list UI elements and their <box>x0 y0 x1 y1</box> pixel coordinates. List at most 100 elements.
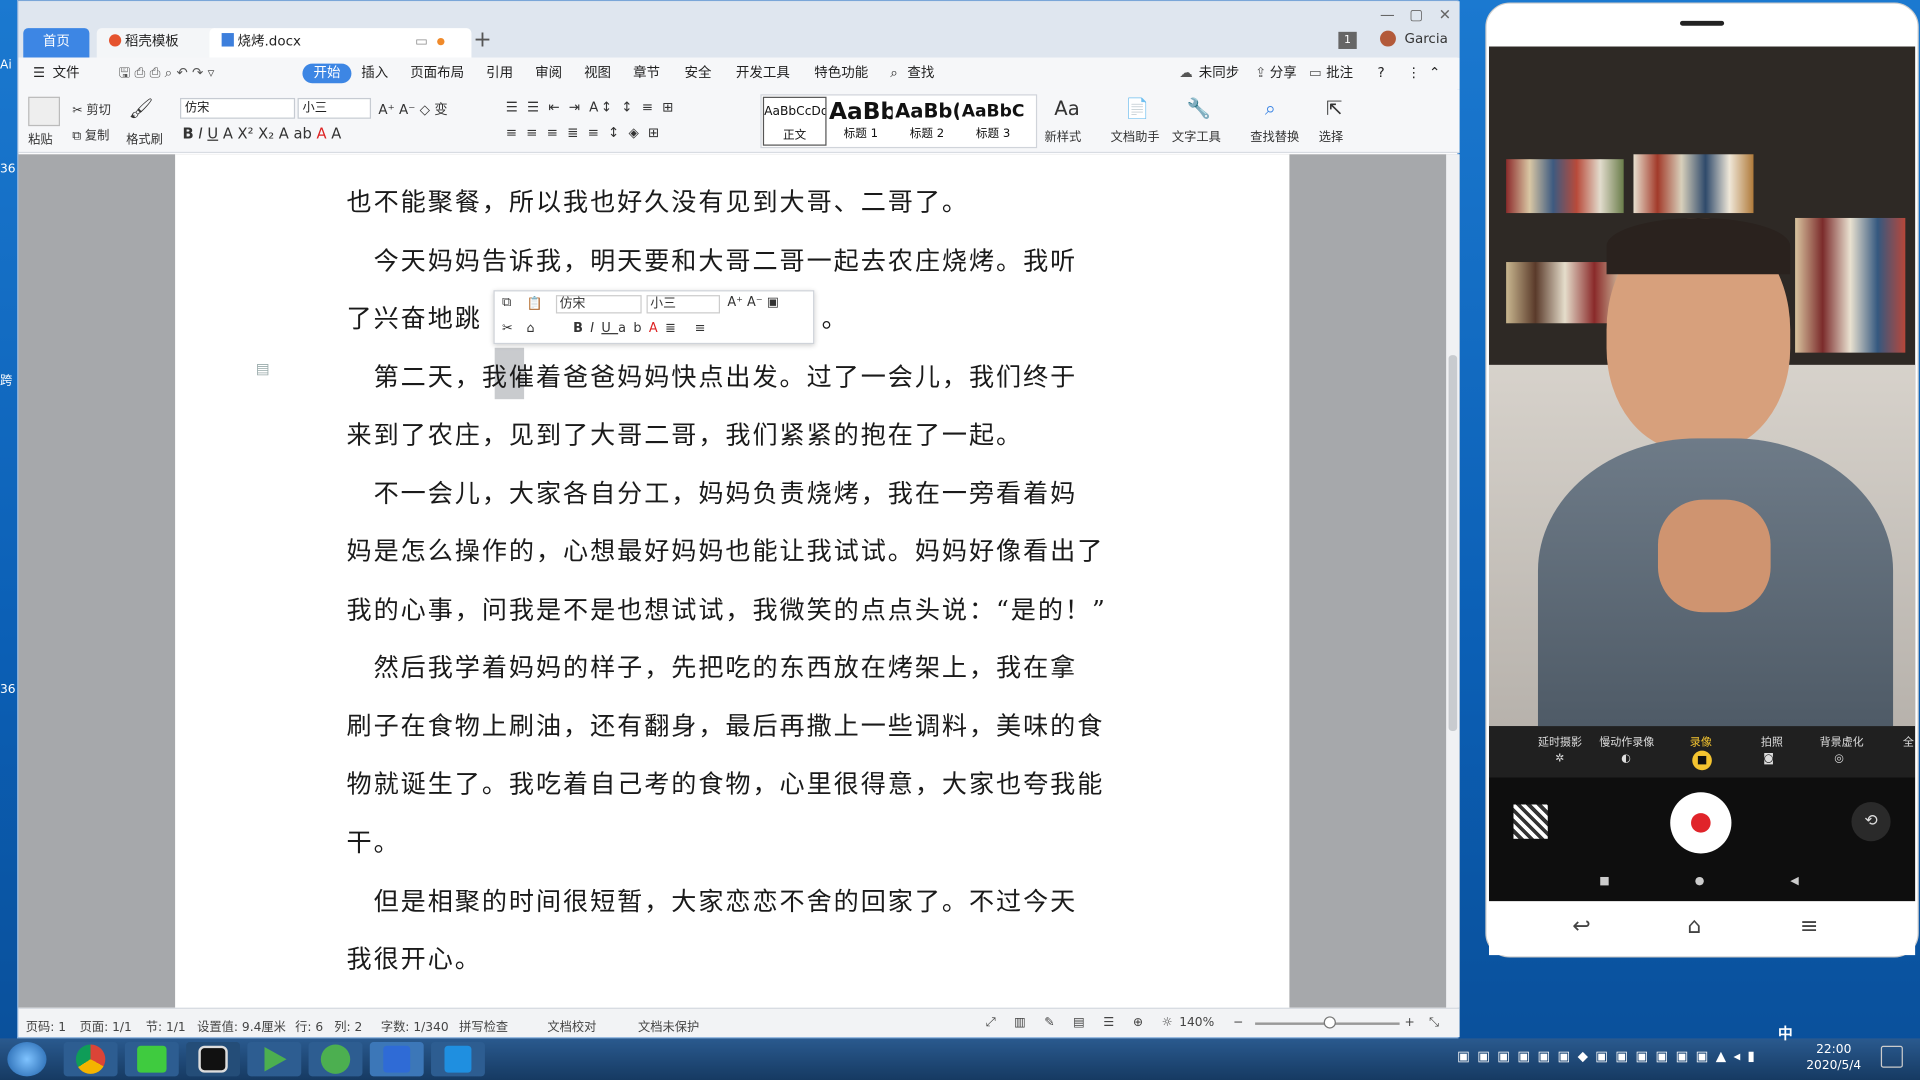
chrome-icon[interactable] <box>63 1042 118 1077</box>
doc-line[interactable]: 不一会儿，大家各自分工，妈妈负责烧烤，我在一旁看着妈 <box>347 473 1131 510</box>
wps-writer-icon[interactable] <box>369 1042 424 1077</box>
minimize-icon[interactable]: — <box>1380 6 1395 23</box>
app-icon[interactable] <box>431 1042 485 1077</box>
text-format-icons[interactable]: B I U A X² X₂ A ab A A <box>182 125 341 142</box>
fullscreen-icon[interactable]: ⤡ <box>1429 1016 1439 1029</box>
start-button[interactable] <box>7 1042 47 1077</box>
font-grow-shrink-icons[interactable]: A⁺ A⁻ ◇ 变 <box>378 99 447 119</box>
select-cursor-icon[interactable]: ⇱ <box>1326 97 1342 120</box>
browser-icon[interactable] <box>308 1042 363 1077</box>
zoom-in-icon[interactable]: + <box>1405 1016 1415 1029</box>
doc-line[interactable]: 第二天，我催着爸爸妈妈快点出发。过了一会儿，我们终于 <box>347 356 1131 393</box>
timelapse-icon[interactable]: ✲ <box>1555 753 1564 765</box>
menu-view[interactable]: 视图 <box>584 64 611 84</box>
doc-proof-button[interactable]: 文档校对 <box>547 1016 596 1034</box>
float-cut-icon[interactable]: ✂ <box>502 321 513 336</box>
text-tools-button[interactable]: 文字工具 <box>1172 126 1221 144</box>
status-section[interactable]: 节: 1/1 <box>146 1016 186 1034</box>
comment-button[interactable]: 批注 <box>1326 64 1353 84</box>
slowmo-icon[interactable]: ◐ <box>1621 753 1631 765</box>
status-col[interactable]: 列: 2 <box>334 1016 362 1034</box>
cut-button[interactable]: ✂ 剪切 <box>72 99 111 117</box>
status-page-code[interactable]: 页码: 1 <box>26 1016 66 1034</box>
nav-home-icon[interactable]: ● <box>1695 876 1705 888</box>
menu-file[interactable]: 文件 <box>53 64 80 84</box>
nav-back-icon[interactable]: ◀ <box>1790 876 1798 888</box>
ime-indicator[interactable]: 中 <box>1778 1022 1793 1043</box>
new-style-icon[interactable]: Aa <box>1054 97 1079 120</box>
close-icon[interactable]: ✕ <box>1439 6 1451 23</box>
tab-template[interactable]: 稻壳模板 <box>96 28 220 58</box>
gallery-thumbnail[interactable] <box>1513 804 1548 839</box>
menu-references[interactable]: 引用 <box>486 64 513 84</box>
sync-status[interactable]: 未同步 <box>1199 64 1239 84</box>
find-replace-button[interactable]: 查找替换 <box>1250 126 1299 144</box>
video-icon[interactable]: ■ <box>1692 750 1712 771</box>
float-size-select[interactable]: 小三 <box>646 295 721 314</box>
back-icon[interactable]: ↩ <box>1572 913 1590 939</box>
doc-protect-status[interactable]: 文档未保护 <box>638 1016 699 1034</box>
comment-icon[interactable]: ▭ <box>1309 64 1322 84</box>
text-tools-icon[interactable]: 🔧 <box>1187 97 1211 120</box>
style-heading-3[interactable]: AaBbC 标题 3 <box>961 97 1025 146</box>
zoom-out-icon[interactable]: − <box>1233 1016 1243 1029</box>
avatar[interactable] <box>1380 30 1396 47</box>
document-page[interactable]: ▤ 也不能聚餐，所以我也好久没有见到大哥、二哥了。 今天妈妈告诉我，明天要和大哥… <box>175 154 1290 1008</box>
switch-camera-icon[interactable]: ⟲ <box>1851 802 1891 842</box>
paragraph-align-icons[interactable]: ≡ ≡ ≡ ≣ ≡ ↕ ◈ ⊞ <box>506 125 662 141</box>
nav-recent-icon[interactable]: ■ <box>1599 876 1609 888</box>
camera-app-icon[interactable] <box>186 1042 241 1077</box>
menu-review[interactable]: 审阅 <box>535 64 562 84</box>
new-tab-button[interactable]: + <box>471 28 493 55</box>
copy-button[interactable]: ⧉ 复制 <box>72 125 109 143</box>
record-button[interactable] <box>1670 792 1732 854</box>
player-icon[interactable] <box>247 1042 302 1077</box>
notification-icon[interactable] <box>1880 1045 1903 1068</box>
menu-devtools[interactable]: 开发工具 <box>736 64 790 84</box>
doc-line[interactable]: 刷子在食物上刷油，还有翻身，最后再撒上一些调料，美味的食 <box>347 705 1131 742</box>
doc-line[interactable]: 干。 <box>347 822 1131 859</box>
tab-document[interactable]: 烧烤.docx ▭ <box>209 28 472 58</box>
vertical-scrollbar[interactable] <box>1446 154 1460 1008</box>
paragraph-handle-icon[interactable]: ▤ <box>256 360 270 377</box>
mode-slowmo[interactable]: 慢动作录像 <box>1599 733 1654 749</box>
zoom-level[interactable]: 140% <box>1179 1016 1214 1029</box>
float-grow-shrink-icons[interactable]: A⁺ A⁻ ▣ <box>727 295 778 310</box>
zoom-slider-handle[interactable] <box>1323 1016 1336 1029</box>
status-row[interactable]: 行: 6 <box>295 1016 323 1034</box>
window-count-badge[interactable]: 1 <box>1338 31 1357 49</box>
photo-icon[interactable]: ◙ <box>1763 753 1774 765</box>
search-icon[interactable]: ⌕ <box>890 64 898 84</box>
scrollbar-thumb[interactable] <box>1448 355 1458 732</box>
maximize-icon[interactable]: ▢ <box>1409 6 1423 23</box>
doc-line[interactable]: 今天妈妈告诉我，明天要和大哥二哥一起去农庄烧烤。我听 <box>347 240 1131 277</box>
menu-features[interactable]: 特色功能 <box>814 64 868 84</box>
share-button[interactable]: 分享 <box>1270 64 1297 84</box>
tab-comment-icon[interactable]: ▭ <box>415 28 428 55</box>
quick-access-icons[interactable]: 🖫 ⎙ ⎙ ⌕ ↶ ↷ ▿ <box>119 64 215 84</box>
view-mode-icons[interactable]: ⤢ ▥ ✎ ▤ ☰ ⊕ ☼ <box>986 1016 1180 1029</box>
doc-line[interactable]: 我很开心。 <box>347 938 1131 975</box>
format-painter-icon[interactable]: 🖌 <box>129 97 154 120</box>
mode-video[interactable]: 录像 <box>1690 733 1712 749</box>
user-name[interactable]: Garcia <box>1405 31 1448 47</box>
clock[interactable]: 22:00 2020/5/4 <box>1806 1042 1861 1074</box>
cloud-sync-icon[interactable]: ☁ <box>1179 64 1192 84</box>
doc-line[interactable]: 然后我学着妈妈的样子，先把吃的东西放在烤架上，我在拿 <box>347 647 1131 684</box>
status-words[interactable]: 字数: 1/340 <box>381 1016 449 1034</box>
bokeh-icon[interactable]: ◎ <box>1834 753 1844 765</box>
home-icon[interactable]: ⌂ <box>1687 913 1701 939</box>
spell-check-button[interactable]: 拼写检查 <box>459 1016 508 1034</box>
copy-icon[interactable]: ⧉ <box>502 295 511 311</box>
menu-insert[interactable]: 插入 <box>361 64 388 84</box>
list-indent-icons[interactable]: ☰ ☰ ⇤ ⇥ A↕ ↕ ≡ ⊞ <box>506 99 676 115</box>
mode-photo[interactable]: 拍照 <box>1761 733 1783 749</box>
find-replace-icon[interactable]: ⌕ <box>1265 97 1276 121</box>
mode-more[interactable]: 全 <box>1903 733 1914 749</box>
doc-line[interactable]: 我的心事，问我是不是也想试试，我微笑的点点头说：“是的！” <box>347 589 1131 626</box>
doc-line[interactable]: 来到了农庄，见到了大哥二哥，我们紧紧的抱在了一起。 <box>347 414 1131 451</box>
float-painter-icon[interactable]: ⌂ <box>527 321 535 336</box>
doc-helper-icon[interactable]: 📄 <box>1125 97 1149 120</box>
menu-chapter[interactable]: 章节 <box>633 64 660 84</box>
status-setting[interactable]: 设置值: 9.4厘米 <box>197 1016 286 1034</box>
